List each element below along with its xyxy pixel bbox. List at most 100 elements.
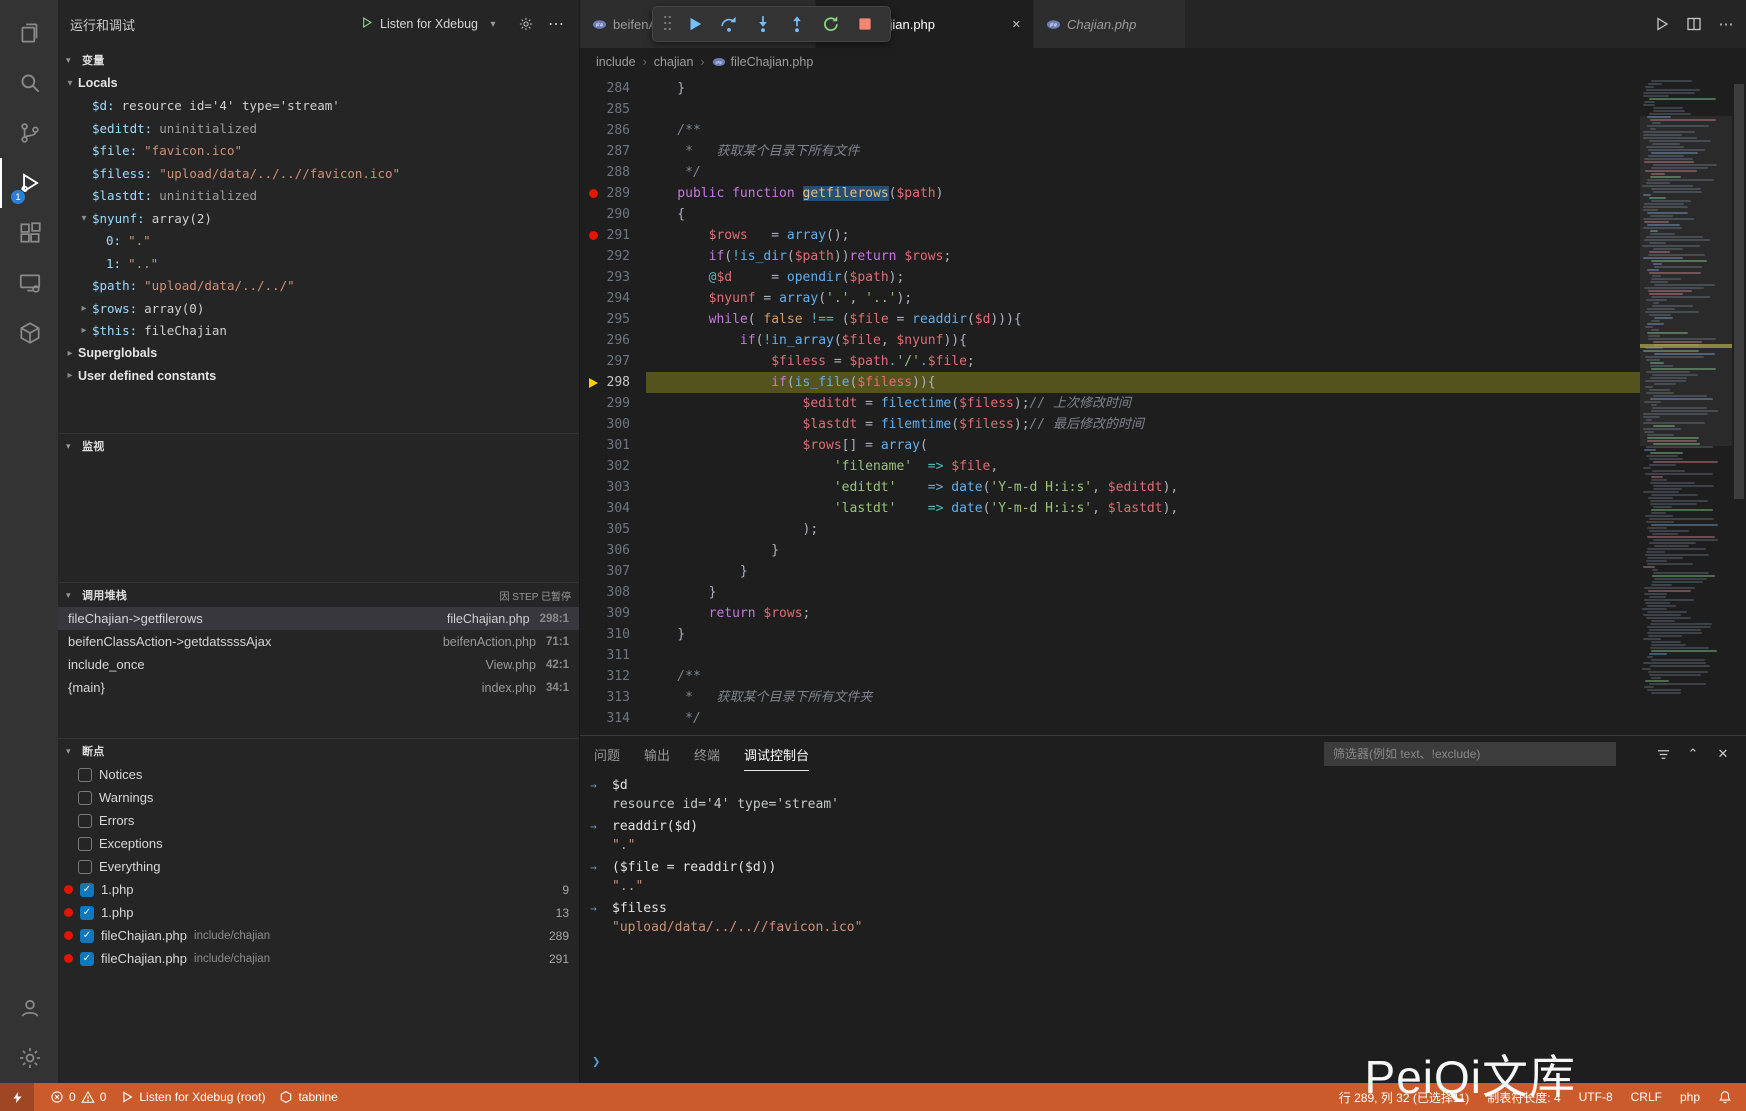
remote-indicator-icon[interactable]: [0, 1083, 34, 1111]
gutter-decoration[interactable]: [580, 288, 606, 309]
stack-frame[interactable]: include_onceView.php42:1: [58, 653, 579, 676]
breakpoint-filter-row[interactable]: Everything: [58, 855, 579, 878]
line-number[interactable]: 301: [606, 435, 646, 456]
code-text[interactable]: $filess = $path.'/'.$file;: [646, 351, 1640, 372]
variables-section-header[interactable]: ▾ 变量: [58, 48, 579, 72]
line-number[interactable]: 294: [606, 288, 646, 309]
gutter-decoration[interactable]: [580, 687, 606, 708]
breakpoint-row[interactable]: ✓fileChajian.phpinclude/chajian289: [58, 924, 579, 947]
gutter-decoration[interactable]: [580, 141, 606, 162]
gutter-decoration[interactable]: [580, 351, 606, 372]
gutter-decoration[interactable]: [580, 246, 606, 267]
variable-row[interactable]: ▾Locals: [58, 72, 579, 95]
line-number[interactable]: 286: [606, 120, 646, 141]
encoding-status[interactable]: UTF-8: [1579, 1090, 1613, 1104]
code-text[interactable]: 'editdt' => date('Y-m-d H:i:s', $editdt)…: [646, 477, 1640, 498]
line-number[interactable]: 298: [606, 372, 646, 393]
code-text[interactable]: */: [646, 708, 1640, 729]
tabnine-status[interactable]: tabnine: [279, 1090, 337, 1104]
breadcrumb-item[interactable]: phpfileChajian.php: [712, 55, 814, 69]
debug-continue-button[interactable]: [680, 10, 710, 38]
breakpoints-section-header[interactable]: ▾ 断点: [58, 739, 579, 763]
editor-tab[interactable]: phpChajian.php: [1034, 0, 1186, 48]
breakpoint-filter-row[interactable]: Warnings: [58, 786, 579, 809]
gutter-decoration[interactable]: [580, 372, 606, 393]
debug-restart-button[interactable]: [816, 10, 846, 38]
breakpoint-filter-row[interactable]: Exceptions: [58, 832, 579, 855]
drag-handle[interactable]: [663, 14, 672, 34]
line-number[interactable]: 296: [606, 330, 646, 351]
line-number[interactable]: 287: [606, 141, 646, 162]
run-or-debug-icon[interactable]: [1652, 14, 1672, 34]
package-activity-button[interactable]: [0, 308, 58, 358]
line-number[interactable]: 292: [606, 246, 646, 267]
run-debug-activity-button[interactable]: 1: [0, 158, 58, 208]
variable-row[interactable]: 0:".": [58, 230, 579, 253]
gutter-decoration[interactable]: [580, 414, 606, 435]
line-number[interactable]: 285: [606, 99, 646, 120]
gutter-decoration[interactable]: [580, 708, 606, 729]
checkbox-unchecked[interactable]: [78, 860, 92, 874]
breakpoint-row[interactable]: ✓1.php9: [58, 878, 579, 901]
scrollbar-thumb[interactable]: [1734, 84, 1744, 499]
code-text[interactable]: $rows[] = array(: [646, 435, 1640, 456]
problems-status[interactable]: 0 0: [50, 1090, 106, 1104]
code-text[interactable]: [646, 99, 1640, 120]
gutter-decoration[interactable]: [580, 330, 606, 351]
line-number[interactable]: 311: [606, 645, 646, 666]
code-text[interactable]: {: [646, 204, 1640, 225]
eol-status[interactable]: CRLF: [1631, 1090, 1662, 1104]
code-text[interactable]: return $rows;: [646, 603, 1640, 624]
code-text[interactable]: 'lastdt' => date('Y-m-d H:i:s', $lastdt)…: [646, 498, 1640, 519]
settings-button[interactable]: [0, 1033, 58, 1083]
code-text[interactable]: }: [646, 561, 1640, 582]
debug-config-dropdown[interactable]: Listen for Xdebug ▾: [354, 13, 507, 35]
code-text[interactable]: }: [646, 624, 1640, 645]
notifications-bell-icon[interactable]: [1718, 1090, 1732, 1104]
line-number[interactable]: 293: [606, 267, 646, 288]
line-number[interactable]: 310: [606, 624, 646, 645]
gutter-decoration[interactable]: [580, 456, 606, 477]
gutter-decoration[interactable]: [580, 162, 606, 183]
gutter-decoration[interactable]: [580, 666, 606, 687]
gutter-decoration[interactable]: [580, 561, 606, 582]
line-number[interactable]: 295: [606, 309, 646, 330]
line-number[interactable]: 288: [606, 162, 646, 183]
panel-tab-output[interactable]: 输出: [644, 737, 670, 771]
indentation-status[interactable]: 制表符长度: 4: [1487, 1089, 1560, 1106]
account-button[interactable]: [0, 983, 58, 1033]
variable-row[interactable]: ▸Superglobals: [58, 342, 579, 365]
checkbox-unchecked[interactable]: [78, 768, 92, 782]
code-text[interactable]: $lastdt = filemtime($filess);// 最后修改的时间: [646, 414, 1640, 435]
gutter-decoration[interactable]: [580, 78, 606, 99]
variable-row[interactable]: 1:"..": [58, 252, 579, 275]
code-text[interactable]: if(!is_dir($path))return $rows;: [646, 246, 1640, 267]
panel-tab-debug-console[interactable]: 调试控制台: [744, 737, 809, 771]
gutter-decoration[interactable]: [580, 99, 606, 120]
breakpoint-row[interactable]: ✓1.php13: [58, 901, 579, 924]
panel-tab-problems[interactable]: 问题: [594, 737, 620, 771]
gutter-decoration[interactable]: [580, 204, 606, 225]
checkbox-checked[interactable]: ✓: [80, 883, 94, 897]
code-text[interactable]: * 获取某个目录下所有文件夹: [646, 687, 1640, 708]
checkbox-unchecked[interactable]: [78, 814, 92, 828]
line-number[interactable]: 305: [606, 519, 646, 540]
variable-row[interactable]: $d:resource id='4' type='stream': [58, 95, 579, 118]
filter-lines-icon[interactable]: [1654, 745, 1672, 763]
variable-row[interactable]: ▸$this:fileChajian: [58, 320, 579, 343]
line-number[interactable]: 304: [606, 498, 646, 519]
debug-target-status[interactable]: Listen for Xdebug (root): [120, 1090, 265, 1104]
gutter-decoration[interactable]: [580, 477, 606, 498]
variable-row[interactable]: ▸$rows:array(0): [58, 297, 579, 320]
line-number[interactable]: 300: [606, 414, 646, 435]
watch-section-header[interactable]: ▾ 监视: [58, 434, 579, 458]
gear-icon[interactable]: [515, 13, 537, 35]
code-text[interactable]: @$d = opendir($path);: [646, 267, 1640, 288]
extensions-activity-button[interactable]: [0, 208, 58, 258]
code-text[interactable]: [646, 645, 1640, 666]
line-number[interactable]: 299: [606, 393, 646, 414]
start-debugging-icon[interactable]: [360, 16, 373, 32]
checkbox-checked[interactable]: ✓: [80, 906, 94, 920]
code-text[interactable]: /**: [646, 120, 1640, 141]
editor-scrollbar[interactable]: [1732, 76, 1746, 735]
